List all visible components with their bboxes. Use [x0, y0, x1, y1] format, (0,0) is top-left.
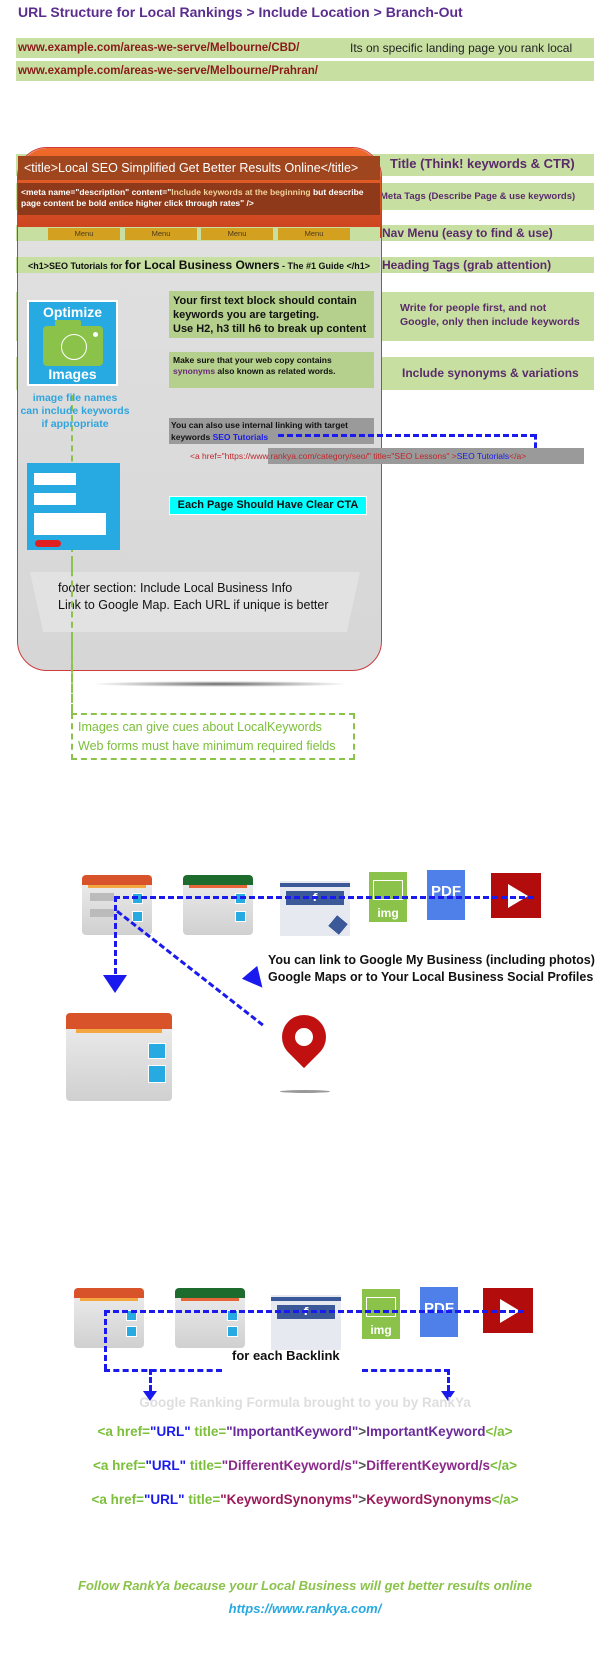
pdf-file-icon: PDF: [427, 870, 465, 920]
code-line: <a href="URL" title="ImportantKeyword">I…: [97, 1424, 513, 1439]
code-line: <a href="URL" title="KeywordSynonyms">Ke…: [91, 1492, 519, 1507]
menu-item[interactable]: Menu: [125, 228, 197, 240]
facebook-page-icon: f: [280, 881, 350, 937]
label-nav: Nav Menu (easy to find & use): [382, 226, 553, 240]
form-icon: [148, 1065, 166, 1083]
webpage-green-icon: [183, 875, 253, 935]
webpage-green-icon: [175, 1288, 245, 1348]
green-note-box: Images can give cues about LocalKeywords…: [71, 713, 355, 760]
first-text-block: Your first text block should contain key…: [169, 291, 374, 338]
internal-link-arrow: [278, 434, 536, 437]
internal-link-block: You can also use internal linking with t…: [169, 418, 374, 444]
image-file-icon: img: [362, 1289, 400, 1339]
url-example[interactable]: www.example.com/areas-we-serve/Melbourne…: [18, 65, 318, 77]
page-title: URL Structure for Local Rankings > Inclu…: [18, 4, 463, 20]
backlink-arrow-horizontal: [104, 1310, 524, 1313]
link-arrow-horizontal: [114, 896, 534, 899]
optimize-images-icon: Optimize Images: [27, 300, 118, 386]
href-code: <a href="https://www.rankya.com/category…: [190, 451, 527, 461]
map-pin-icon: [272, 1005, 336, 1069]
site-link[interactable]: https://www.rankya.com/: [0, 1601, 610, 1616]
url-example-row: www.example.com/areas-we-serve/Melbourne…: [16, 61, 594, 81]
seo-tutorials-link[interactable]: SEO Tutorials: [213, 432, 269, 442]
arrow-head-icon: [241, 965, 271, 995]
nav-menu: Menu Menu Menu Menu: [18, 227, 380, 241]
mockup-shadow: [90, 681, 350, 687]
label-meta: Meta Tags (Describe Page & use keywords): [380, 191, 576, 202]
form-icon: [227, 1326, 238, 1337]
form-icon: [235, 911, 246, 922]
label-title: Title (Think! keywords & CTR): [390, 156, 575, 171]
camera-icon: [43, 320, 103, 366]
footer-section: footer section: Include Local Business I…: [30, 572, 360, 632]
web-form-icon: [27, 463, 120, 550]
link-arrow-down: [114, 896, 117, 974]
formula-title: Google Ranking Formula brought to you by…: [139, 1395, 471, 1410]
code-line: <a href="URL" title="DifferentKeyword/s"…: [93, 1458, 517, 1473]
title-tag: <title>Local SEO Simplified Get Better R…: [18, 156, 380, 180]
form-icon: [132, 911, 143, 922]
synonyms-block: Make sure that your web copy contains sy…: [169, 352, 374, 388]
form-icon: [126, 1326, 137, 1337]
url-example-row: www.example.com/areas-we-serve/Melbourne…: [16, 38, 594, 75]
backlink-label: for each Backlink: [232, 1348, 340, 1363]
follow-text: Follow RankYa because your Local Busines…: [78, 1578, 532, 1593]
internal-link-arrow-end: [534, 434, 537, 448]
arrow-head-icon: [103, 975, 127, 993]
h1-tag: <h1>SEO Tutorials for for Local Business…: [18, 257, 380, 273]
webpage-icon: [74, 1288, 144, 1348]
menu-item[interactable]: Menu: [48, 228, 120, 240]
menu-item[interactable]: Menu: [278, 228, 350, 240]
facebook-page-icon: f: [271, 1295, 341, 1350]
camera-icon: [148, 1043, 166, 1059]
webpage-icon: [82, 875, 152, 935]
label-heading: Heading Tags (grab attention): [382, 258, 552, 272]
url-example[interactable]: www.example.com/areas-we-serve/Melbourne…: [18, 42, 299, 54]
label-write: Write for people first, and not Google, …: [400, 302, 580, 328]
label-synonyms: Include synonyms & variations: [402, 366, 579, 380]
link-note: You can link to Google My Business (incl…: [268, 953, 595, 984]
cta-button[interactable]: Each Page Should Have Clear CTA: [169, 496, 367, 515]
webpage-icon: [66, 1013, 172, 1101]
meta-tag: <meta name="description" content="Includ…: [18, 183, 380, 215]
image-note: image file names can include keywords if…: [20, 392, 130, 430]
menu-item[interactable]: Menu: [201, 228, 273, 240]
